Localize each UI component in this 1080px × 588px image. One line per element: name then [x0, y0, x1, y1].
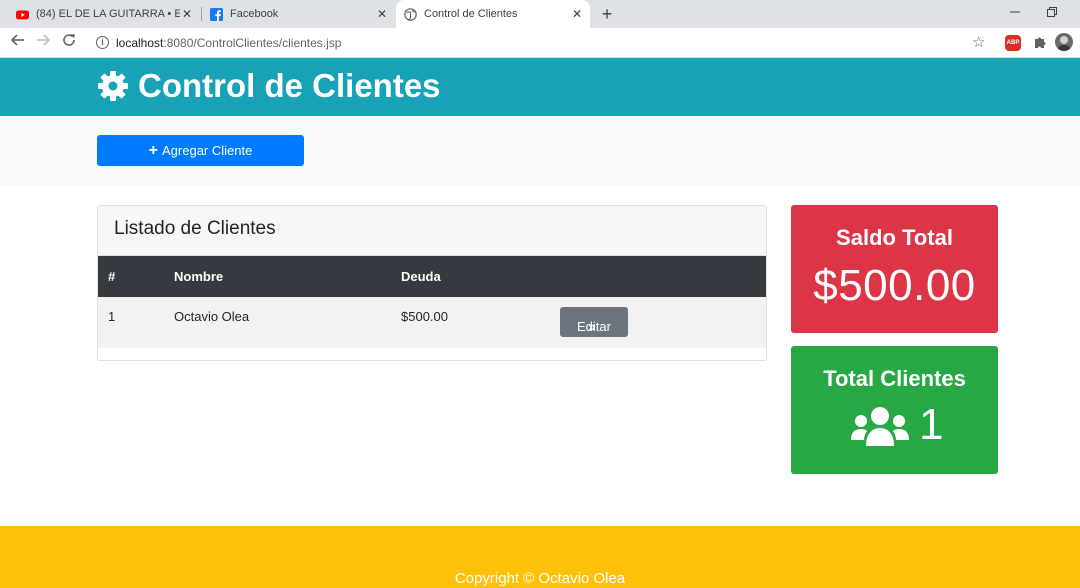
- table-header: # Nombre Deuda: [98, 256, 766, 297]
- plus-icon: +: [148, 141, 158, 159]
- close-tab-icon[interactable]: ✕: [180, 7, 194, 21]
- gear-icon: [98, 71, 128, 101]
- footer: Copyright © Octavio Olea: [0, 526, 1080, 588]
- tab-facebook[interactable]: Facebook ✕: [202, 0, 395, 28]
- tab-label: Facebook: [230, 8, 279, 20]
- tab-label: Control de Clientes: [424, 8, 518, 20]
- total-clientes-value: 1: [919, 400, 944, 449]
- close-tab-icon[interactable]: ✕: [375, 7, 389, 21]
- total-clientes-card: Total Clientes 1: [791, 346, 998, 474]
- clients-list-card: Listado de Clientes # Nombre Deuda 1 Oct…: [97, 205, 767, 361]
- back-arrow-icon[interactable]: [8, 33, 28, 53]
- browser-tab-bar: (84) EL DE LA GUITARRA • EL SO ✕ Faceboo…: [0, 0, 1080, 28]
- table-row: 1 Octavio Olea $500.00 » Editar: [98, 297, 766, 348]
- extensions-puzzle-icon[interactable]: [1032, 34, 1048, 50]
- column-header-nombre: Nombre: [174, 269, 224, 284]
- column-header-num: #: [108, 269, 116, 284]
- facebook-icon: [210, 7, 223, 21]
- page-title: Control de Clientes: [97, 66, 441, 106]
- info-icon[interactable]: i: [96, 36, 109, 49]
- page-title-text: Control de Clientes: [138, 67, 441, 104]
- bookmark-star-icon[interactable]: ☆: [972, 33, 985, 51]
- cell-num: 1: [108, 309, 116, 324]
- footer-copyright: Copyright © Octavio Olea: [454, 570, 626, 587]
- cell-nombre: Octavio Olea: [174, 309, 250, 324]
- add-client-button[interactable]: + Agregar Cliente: [97, 135, 304, 166]
- restore-icon[interactable]: [1042, 4, 1062, 22]
- reload-icon[interactable]: [59, 33, 79, 53]
- profile-avatar[interactable]: [1055, 33, 1073, 51]
- saldo-total-value: $500.00: [813, 261, 976, 310]
- total-clientes-label: Total Clientes: [823, 366, 966, 391]
- add-client-label: Agregar Cliente: [162, 143, 253, 158]
- column-header-deuda: Deuda: [401, 269, 441, 284]
- address-bar: i localhost:8080/ControlClientes/cliente…: [0, 28, 1080, 58]
- card-title: Listado de Clientes: [114, 218, 276, 239]
- tab-control-clientes[interactable]: Control de Clientes ✕: [396, 0, 590, 28]
- card-header: Listado de Clientes: [98, 206, 766, 256]
- users-icon: [851, 407, 909, 446]
- youtube-icon: [16, 9, 29, 19]
- action-bar: + Agregar Cliente: [0, 116, 1080, 186]
- edit-button[interactable]: » Editar: [560, 307, 628, 337]
- minimize-icon[interactable]: [1005, 4, 1025, 22]
- saldo-total-label: Saldo Total: [836, 225, 953, 250]
- saldo-total-card: Saldo Total $500.00: [791, 205, 998, 333]
- url-text: localhost:8080/ControlClientes/clientes.…: [116, 36, 342, 50]
- forward-arrow-icon[interactable]: [33, 33, 53, 53]
- close-tab-icon[interactable]: ✕: [570, 7, 584, 21]
- tab-youtube[interactable]: (84) EL DE LA GUITARRA • EL SO ✕: [0, 0, 200, 28]
- edit-label: Editar: [577, 319, 611, 334]
- tab-label: (84) EL DE LA GUITARRA • EL SO: [36, 8, 180, 20]
- page-header: Control de Clientes: [0, 58, 1080, 116]
- globe-icon: [404, 7, 417, 21]
- new-tab-button[interactable]: +: [597, 4, 617, 24]
- url-input[interactable]: i localhost:8080/ControlClientes/cliente…: [90, 32, 995, 54]
- adblock-plus-icon[interactable]: ABP: [1005, 35, 1021, 51]
- cell-deuda: $500.00: [401, 309, 448, 324]
